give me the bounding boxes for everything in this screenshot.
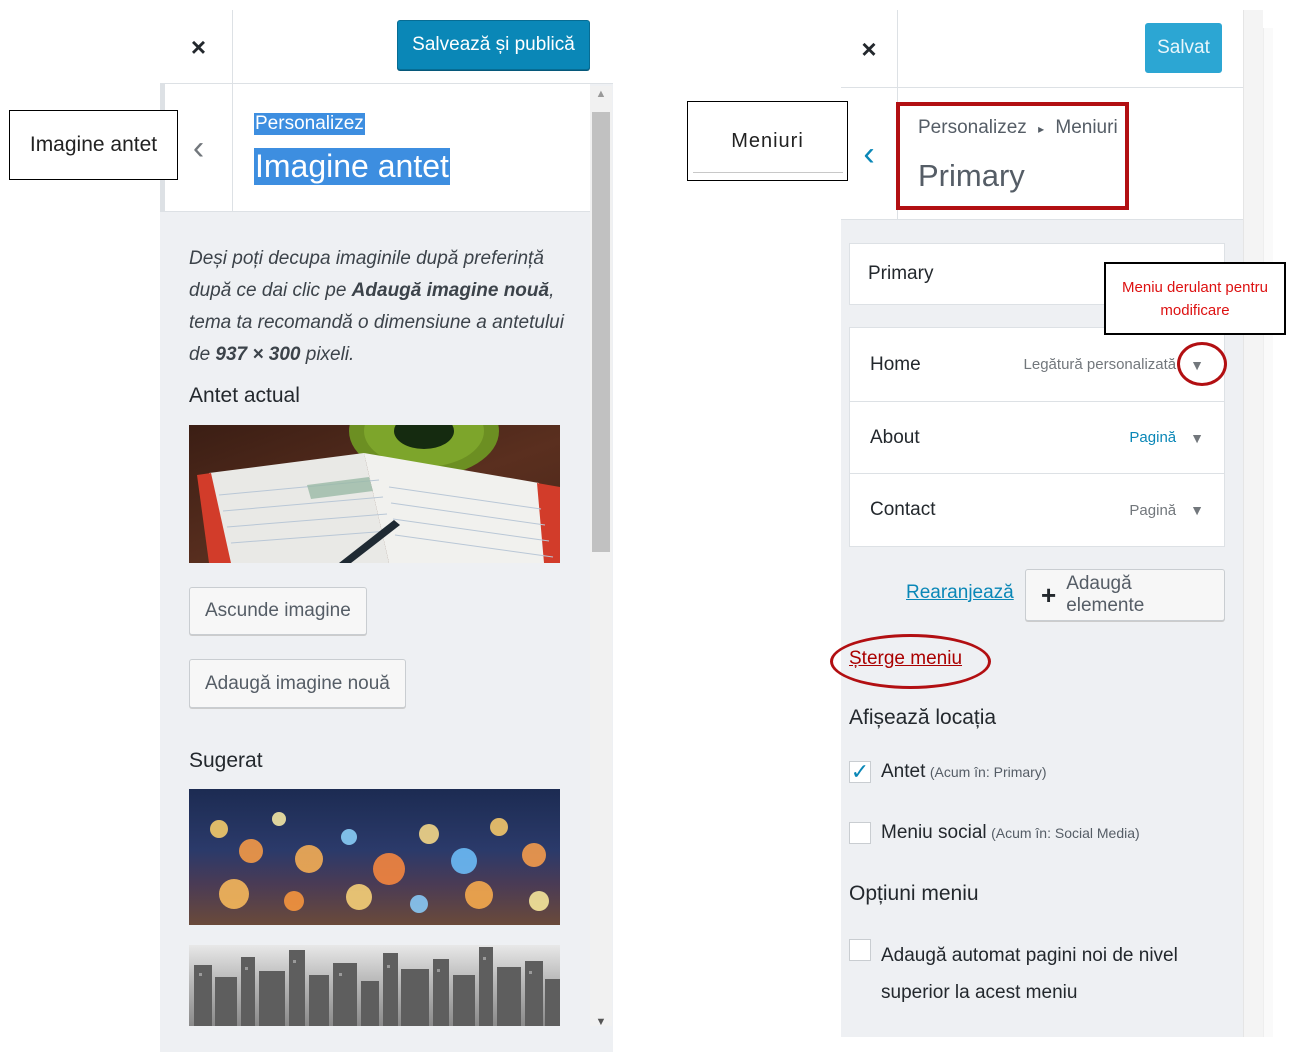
current-header-title: Antet actual	[189, 384, 300, 407]
dropdown-highlight-circle	[1177, 342, 1227, 386]
menu-options-title: Opțiuni meniu	[849, 882, 979, 905]
location-antet-label: Antet (Acum în: Primary)	[881, 761, 1047, 782]
add-new-image-button[interactable]: Adaugă imagine nouă	[189, 659, 406, 708]
location-social-checkbox[interactable]	[849, 822, 871, 844]
dropdown-arrow-icon[interactable]: ▼	[1190, 502, 1204, 518]
locations-title: Afișează locația	[849, 706, 997, 729]
scroll-up-icon[interactable]: ▲	[590, 88, 612, 108]
menu-item-contact[interactable]: Contact Pagină ▼	[849, 473, 1225, 547]
location-social-label: Meniu social (Acum în: Social Media)	[881, 822, 1140, 843]
menu-item-type: Pagină	[1129, 429, 1177, 446]
plus-icon: +	[1041, 579, 1057, 610]
breadcrumb: Personalizez	[254, 113, 365, 135]
auto-add-pages-label: Adaugă automat pagini noi de nivel super…	[881, 945, 1178, 1003]
saved-button[interactable]: Salvat	[1145, 23, 1222, 73]
menu-item-label: About	[870, 426, 920, 448]
delete-menu-highlight-ellipse	[830, 634, 991, 689]
suggested-title: Sugerat	[189, 749, 263, 772]
right-outer-edge	[1263, 28, 1273, 1037]
right-scroll-gutter	[1243, 10, 1263, 1037]
menu-item-label: Home	[870, 353, 921, 375]
menu-item-about[interactable]: About Pagină ▼	[849, 401, 1225, 474]
dropdown-arrow-icon[interactable]: ▼	[1190, 430, 1204, 446]
current-header-image	[189, 425, 560, 563]
dropdown-callout: Meniu derulant pentru modificare	[1104, 262, 1286, 335]
title-highlight-box	[896, 102, 1129, 210]
scrollbar-thumb[interactable]	[592, 112, 610, 552]
close-icon[interactable]: ×	[165, 10, 233, 84]
menus-callout-underline	[693, 172, 843, 173]
close-icon[interactable]: ×	[841, 10, 898, 88]
menu-item-type: Pagină	[1129, 501, 1177, 519]
checkmark-icon: ✓	[850, 759, 870, 784]
location-antet-checkbox[interactable]: ✓	[849, 761, 871, 783]
menus-callout: Meniuri	[687, 101, 848, 181]
scroll-down-icon[interactable]: ▼	[590, 1016, 612, 1036]
auto-add-pages-checkbox[interactable]	[849, 939, 871, 961]
header-image-callout: Imagine antet	[9, 110, 178, 180]
add-items-button[interactable]: + Adaugă elemente	[1025, 569, 1225, 621]
suggested-image-city[interactable]	[189, 945, 560, 1026]
menu-item-home[interactable]: Home Legătură personalizată ▼	[849, 327, 1225, 402]
hide-image-button[interactable]: Ascunde imagine	[189, 587, 367, 635]
menu-item-label: Contact	[870, 499, 936, 520]
back-arrow-icon[interactable]: ‹	[841, 88, 898, 220]
add-items-label: Adaugă elemente	[1066, 573, 1145, 616]
suggested-image-bokeh[interactable]	[189, 789, 560, 925]
menu-item-type: Legătură personalizată	[1023, 356, 1177, 373]
save-publish-button[interactable]: Salvează și publică	[397, 20, 590, 70]
header-size-description: Deși poți decupa imaginile după preferin…	[189, 248, 564, 365]
page-title: Imagine antet	[254, 148, 450, 185]
reorder-link[interactable]: Rearanjează	[906, 582, 1014, 604]
